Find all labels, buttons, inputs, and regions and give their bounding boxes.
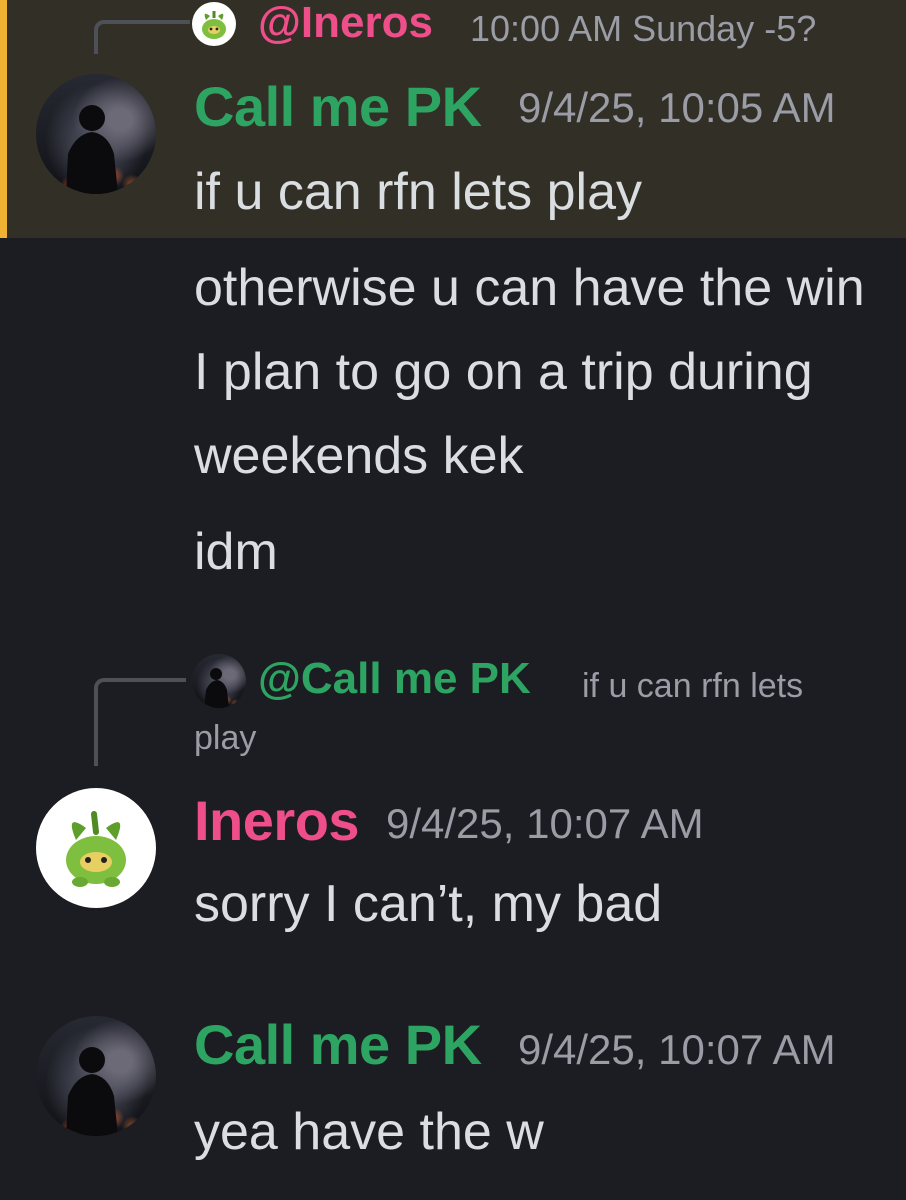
- author-name[interactable]: Call me PK: [194, 1012, 482, 1077]
- message-timestamp: 9/4/25, 10:07 AM: [518, 1026, 836, 1073]
- message-text: yea have the w: [194, 1103, 544, 1161]
- author-name[interactable]: Ineros: [194, 788, 360, 853]
- message-timestamp: 9/4/25, 10:05 AM: [518, 84, 836, 131]
- reply-mention[interactable]: @Ineros: [258, 0, 433, 48]
- author-name[interactable]: Call me PK: [194, 74, 482, 139]
- reply-preview-text[interactable]: if u can rfn lets: [582, 660, 803, 712]
- silhouette-icon: [66, 1047, 118, 1136]
- message-text: sorry I can’t, my bad: [194, 875, 663, 933]
- reply-preview-text[interactable]: play: [194, 712, 256, 764]
- reply-avatar-ineros[interactable]: [192, 2, 236, 46]
- message-timestamp: 9/4/25, 10:07 AM: [386, 800, 704, 847]
- message-text: otherwise u can have the win I plan to g…: [194, 259, 865, 485]
- sprout-creature-icon: [66, 811, 126, 887]
- reply-connector: [94, 20, 190, 54]
- silhouette-icon: [66, 105, 118, 194]
- reply-avatar-call-me-pk[interactable]: [192, 654, 246, 708]
- message-text: idm: [194, 523, 278, 581]
- sprout-creature-icon: [202, 11, 226, 39]
- reply-mention[interactable]: @Call me PK: [258, 654, 531, 704]
- avatar-ineros[interactable]: [36, 788, 156, 908]
- reply-connector: [94, 678, 186, 766]
- avatar-call-me-pk[interactable]: [36, 74, 156, 194]
- message-text: if u can rfn lets play: [194, 163, 642, 221]
- silhouette-icon: [204, 668, 229, 708]
- reply-preview-text[interactable]: 10:00 AM Sunday -5?: [470, 8, 816, 50]
- avatar-call-me-pk[interactable]: [36, 1016, 156, 1136]
